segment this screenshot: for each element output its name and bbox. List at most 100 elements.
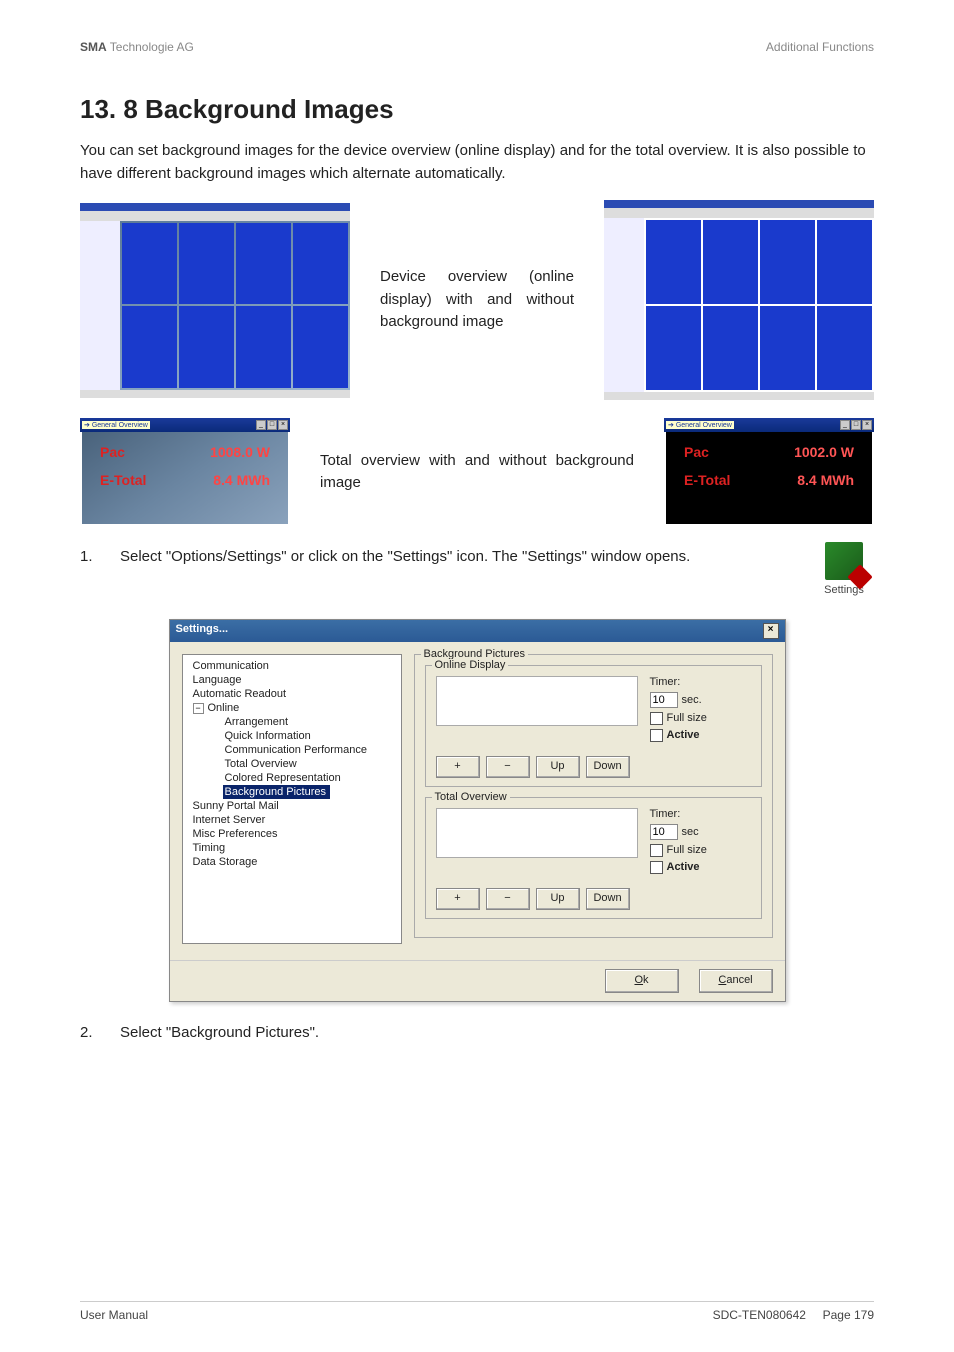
total-up-button[interactable]: Up — [536, 888, 580, 910]
online-remove-button[interactable]: − — [486, 756, 530, 778]
header-company-bold: SMA — [80, 40, 107, 54]
steps-list: 1. Select "Options/Settings" or click on… — [80, 546, 874, 599]
online-up-button[interactable]: Up — [536, 756, 580, 778]
total-fullsize-checkbox[interactable] — [650, 844, 663, 857]
step-1-number: 1. — [80, 546, 100, 599]
tree-online-label: Online — [208, 702, 240, 714]
total-active-label: Active — [667, 861, 700, 873]
expand-icon[interactable]: − — [193, 703, 204, 714]
total-down-button[interactable]: Down — [586, 888, 630, 910]
window-title-text-2: General Overview — [676, 422, 732, 429]
window-titlebar: ➔ General Overview _□× — [80, 418, 290, 432]
group-online-title: Online Display — [432, 659, 509, 671]
close-button[interactable]: × — [763, 623, 779, 639]
settings-dialog: Settings... × Communication Language Aut… — [169, 619, 786, 1002]
caption-total-overview: Total overview with and without backgrou… — [320, 450, 634, 495]
pac-label: Pac — [100, 444, 125, 460]
tree-arrangement[interactable]: Arrangement — [187, 715, 397, 729]
screenshot-device-overview-with-bg — [80, 203, 350, 398]
page-header: SMA Technologie AG Additional Functions — [80, 40, 874, 54]
etotal-label-2: E-Total — [684, 472, 730, 488]
total-preview-list[interactable] — [436, 808, 638, 858]
total-remove-button[interactable]: − — [486, 888, 530, 910]
tree-total-overview[interactable]: Total Overview — [187, 757, 397, 771]
document-page: SMA Technologie AG Additional Functions … — [0, 0, 954, 1352]
tree-communication[interactable]: Communication — [187, 659, 397, 673]
group-total-title: Total Overview — [432, 791, 510, 803]
pac-value-2: 1002.0 W — [794, 444, 854, 460]
title-arrow-icon: ➔ General Overview — [82, 421, 150, 429]
online-down-button[interactable]: Down — [586, 756, 630, 778]
online-timer-unit: sec. — [682, 694, 702, 706]
footer-docid: SDC-TEN080642 — [713, 1308, 806, 1322]
tree-data-storage[interactable]: Data Storage — [187, 855, 397, 869]
tree-background-pictures[interactable]: Background Pictures — [223, 785, 331, 799]
total-add-button[interactable]: + — [436, 888, 480, 910]
settings-icon-block: Settings — [814, 542, 874, 599]
steps-list-2: 2. Select "Background Pictures". — [80, 1022, 874, 1045]
tree-misc-preferences[interactable]: Misc Preferences — [187, 827, 397, 841]
online-active-checkbox[interactable] — [650, 729, 663, 742]
header-left: SMA Technologie AG — [80, 40, 194, 54]
tree-internet-server[interactable]: Internet Server — [187, 813, 397, 827]
tree-automatic-readout[interactable]: Automatic Readout — [187, 687, 397, 701]
cancel-button[interactable]: Cancel — [699, 969, 773, 993]
settings-body: Communication Language Automatic Readout… — [170, 642, 785, 960]
figure-row-total-overview: ➔ General Overview _□× Pac1008.0 W E-Tot… — [80, 418, 874, 526]
tree-sunny-portal-mail[interactable]: Sunny Portal Mail — [187, 799, 397, 813]
ok-underline: O — [634, 974, 643, 986]
page-footer: User Manual SDC-TEN080642 Page 179 — [80, 1301, 874, 1322]
screenshot-general-overview-no-bg: ➔ General Overview _□× Pac 1002.0 W E-Tot… — [664, 418, 874, 526]
footer-page: Page 179 — [823, 1308, 874, 1322]
online-preview-list[interactable] — [436, 676, 638, 726]
step-2: 2. Select "Background Pictures". — [80, 1022, 874, 1045]
screenshot-general-overview-with-bg: ➔ General Overview _□× Pac1008.0 W E-Tot… — [80, 418, 290, 526]
window-title-text: General Overview — [92, 422, 148, 429]
cancel-rest: ancel — [726, 974, 752, 986]
window-buttons-2: _□× — [840, 420, 872, 430]
settings-tree[interactable]: Communication Language Automatic Readout… — [182, 654, 402, 944]
caption-device-overview: Device overview (online display) with an… — [380, 266, 574, 334]
online-fullsize-label: Full size — [667, 712, 707, 724]
settings-titlebar: Settings... × — [170, 620, 785, 642]
step-2-number: 2. — [80, 1022, 100, 1045]
etotal-value: 8.4 MWh — [213, 472, 270, 488]
ok-rest: k — [643, 974, 649, 986]
settings-footer: Ok Cancel — [170, 960, 785, 1001]
group-online-display: Online Display + − Up Down — [425, 665, 762, 787]
total-timer-label: Timer: — [650, 808, 707, 820]
window-buttons: _□× — [256, 420, 288, 430]
total-active-checkbox[interactable] — [650, 861, 663, 874]
tree-communication-performance[interactable]: Communication Performance — [187, 743, 397, 757]
footer-right: SDC-TEN080642 Page 179 — [713, 1308, 874, 1322]
tree-language[interactable]: Language — [187, 673, 397, 687]
settings-title-text: Settings... — [176, 623, 229, 639]
online-add-button[interactable]: + — [436, 756, 480, 778]
online-timer-input[interactable] — [650, 692, 678, 708]
screenshot-device-overview-no-bg — [604, 200, 874, 400]
settings-right-pane: Background Pictures Online Display + − U… — [414, 654, 773, 948]
total-timer-input[interactable] — [650, 824, 678, 840]
step-1-text: Select "Options/Settings" or click on th… — [120, 546, 784, 599]
group-background-pictures: Background Pictures Online Display + − U… — [414, 654, 773, 938]
tree-colored-representation[interactable]: Colored Representation — [187, 771, 397, 785]
total-fullsize-label: Full size — [667, 844, 707, 856]
group-total-overview: Total Overview + − Up Down — [425, 797, 762, 919]
tree-quick-information[interactable]: Quick Information — [187, 729, 397, 743]
step-2-text: Select "Background Pictures". — [120, 1022, 874, 1045]
pac-label-2: Pac — [684, 444, 709, 460]
total-timer-column: Timer: sec Full size Active — [650, 808, 707, 878]
ok-button[interactable]: Ok — [605, 969, 679, 993]
tree-timing[interactable]: Timing — [187, 841, 397, 855]
title-arrow-icon-2: ➔ General Overview — [666, 421, 734, 429]
section-heading: 13. 8 Background Images — [80, 94, 874, 125]
intro-paragraph: You can set background images for the de… — [80, 140, 874, 185]
online-timer-column: Timer: sec. Full size Active — [650, 676, 707, 746]
settings-icon — [825, 542, 863, 580]
header-company-rest: Technologie AG — [107, 40, 194, 54]
etotal-label: E-Total — [100, 472, 146, 488]
window-titlebar-2: ➔ General Overview _□× — [664, 418, 874, 432]
online-fullsize-checkbox[interactable] — [650, 712, 663, 725]
header-right: Additional Functions — [766, 40, 874, 54]
tree-online[interactable]: −Online — [187, 701, 397, 715]
